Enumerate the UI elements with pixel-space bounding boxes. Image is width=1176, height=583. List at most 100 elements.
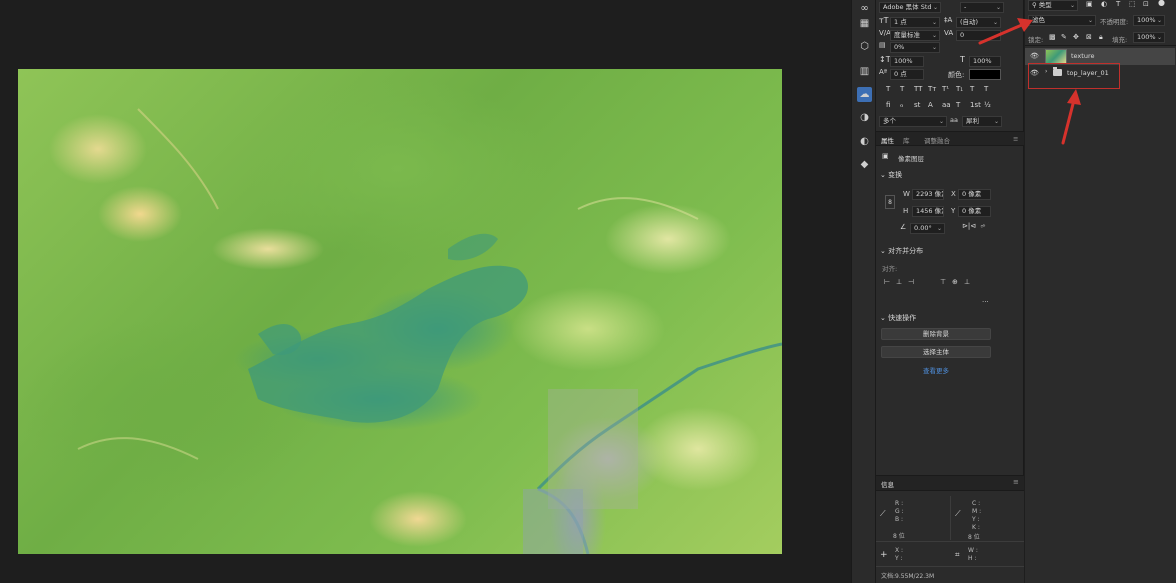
opentype-button-4[interactable]: aa: [942, 101, 951, 109]
filter-smart-object-icon[interactable]: ⊡: [1143, 0, 1149, 8]
cube-icon[interactable]: ⬡: [857, 39, 872, 54]
align-button-5[interactable]: ⊥: [964, 278, 970, 286]
transform-section-header[interactable]: ⌄ 变换: [880, 170, 902, 180]
opacity-field[interactable]: 100% ⌄: [1133, 15, 1165, 26]
opentype-button-3[interactable]: A: [928, 101, 933, 109]
tsume-field[interactable]: 0% ⌄: [890, 42, 940, 53]
lock-transparent-icon[interactable]: ▩: [1049, 33, 1056, 41]
y-field[interactable]: 0 像素: [958, 206, 991, 217]
vertical-scale-field[interactable]: 100%: [890, 56, 924, 67]
horizontal-scale-icon: T: [960, 55, 965, 64]
learn-more-link[interactable]: 查看更多: [923, 365, 949, 375]
text-style-button-5[interactable]: T₁: [956, 85, 963, 93]
selection-size-icon: ⌗: [955, 550, 960, 559]
glasses-icon[interactable]: ∞: [857, 1, 872, 16]
angle-field[interactable]: 0.00° ⌄: [910, 223, 945, 234]
quick-actions-header[interactable]: ⌄ 快速操作: [880, 313, 916, 323]
align-label: 对齐:: [882, 265, 898, 273]
canvas-workspace[interactable]: [0, 0, 843, 583]
color-label: 颜色:: [948, 71, 965, 79]
filter-pixel-icon[interactable]: ▣: [1086, 0, 1093, 8]
filter-type-icon[interactable]: T: [1116, 0, 1120, 8]
cloud-icon[interactable]: ☁: [857, 87, 872, 102]
text-style-button-6[interactable]: T: [970, 85, 974, 93]
kerning-field[interactable]: 度量标准 ⌄: [890, 30, 940, 41]
anti-alias-select[interactable]: 犀利 ⌄: [962, 116, 1002, 127]
opentype-button-7[interactable]: ½: [984, 101, 991, 109]
opentype-button-0[interactable]: fi: [886, 101, 890, 109]
font-family-select[interactable]: Adobe 黑体 Std ⌄: [879, 2, 941, 13]
document-size: 文档:9.55M/22.3M: [881, 573, 935, 580]
layers-icon[interactable]: ◆: [857, 157, 872, 172]
text-style-button-3[interactable]: Tт: [928, 85, 936, 93]
annotation-arrow-group: [1061, 89, 1081, 145]
lock-image-icon[interactable]: ✎: [1061, 33, 1067, 41]
text-style-button-0[interactable]: T: [886, 85, 890, 93]
opentype-button-5[interactable]: T: [956, 101, 960, 109]
eyedropper-icon: ⟋: [880, 509, 886, 518]
tab-info[interactable]: 信息: [881, 479, 894, 489]
lock-all-icon[interactable]: 🔒︎: [1099, 33, 1103, 42]
info-divider: [950, 496, 951, 540]
font-size-field[interactable]: 1 点 ⌄: [890, 17, 940, 28]
font-size-icon: ᴛT: [879, 16, 889, 25]
info-menu-icon[interactable]: ≡: [1013, 478, 1019, 486]
eye-icon[interactable]: 👁︎: [1030, 52, 1039, 60]
info-k: K :: [972, 524, 980, 531]
opentype-button-2[interactable]: st: [914, 101, 920, 109]
link-dimensions-icon[interactable]: 8: [885, 195, 895, 209]
height-field[interactable]: 1456 像素: [912, 206, 944, 217]
align-button-4[interactable]: ⊕: [952, 278, 958, 286]
filter-toggle-icon[interactable]: ●: [1158, 0, 1165, 7]
info-m: M :: [972, 508, 982, 515]
terrain-overlay: [77, 108, 782, 554]
fill-field[interactable]: 100% ⌄: [1133, 32, 1165, 43]
width-label: W: [903, 190, 910, 198]
lock-artboard-icon[interactable]: ⊠: [1086, 33, 1092, 41]
satellite-texture-image[interactable]: [18, 69, 782, 554]
remove-background-button[interactable]: 删除背景: [881, 328, 991, 340]
align-button-2[interactable]: ⊣: [908, 278, 914, 286]
history-icon[interactable]: ▥: [857, 64, 872, 79]
tab-properties[interactable]: 属性: [881, 135, 894, 145]
text-style-button-2[interactable]: TT: [914, 85, 922, 93]
tab-libraries[interactable]: 库: [903, 135, 910, 145]
align-button-0[interactable]: ⊢: [884, 278, 890, 286]
search-icon: ⚲: [1032, 1, 1037, 9]
adjust-icon[interactable]: ◑: [857, 110, 872, 125]
y-label: Y: [951, 207, 956, 215]
filter-adjustment-icon[interactable]: ◐: [1101, 0, 1107, 8]
select-subject-button[interactable]: 选择主体: [881, 346, 991, 358]
x-field[interactable]: 0 像素: [958, 189, 991, 200]
lock-position-icon[interactable]: ✥: [1073, 33, 1079, 41]
align-section-header[interactable]: ⌄ 对齐并分布: [880, 246, 923, 256]
horizontal-scale-field[interactable]: 100%: [969, 56, 1001, 67]
align-button-3[interactable]: ⊤: [940, 278, 946, 286]
fill-label: 填充:: [1112, 36, 1128, 44]
flip-vertical-icon[interactable]: ⩫: [980, 222, 986, 230]
text-color-swatch[interactable]: [969, 69, 1001, 80]
opacity-label: 不透明度:: [1100, 18, 1129, 26]
panel-menu-icon[interactable]: ≡: [1013, 135, 1018, 143]
eyedropper-cmyk-icon: ⟋: [955, 509, 961, 518]
text-style-button-1[interactable]: T: [900, 85, 904, 93]
align-button-1[interactable]: ⊥: [896, 278, 902, 286]
annotation-arrow-blend: [978, 18, 1033, 45]
more-align-options[interactable]: ...: [982, 296, 989, 304]
table-icon[interactable]: ▦: [857, 16, 872, 31]
language-select[interactable]: 多个 ⌄: [879, 116, 947, 127]
width-field[interactable]: 2293 像素: [912, 189, 944, 200]
baseline-shift-field[interactable]: 0 点: [890, 69, 924, 80]
filter-shape-icon[interactable]: ⬚: [1129, 0, 1136, 8]
tab-adjustments[interactable]: 调整融合: [924, 135, 950, 145]
text-style-button-4[interactable]: T¹: [942, 85, 949, 93]
opentype-button-1[interactable]: ℴ: [900, 101, 903, 109]
paths-icon[interactable]: ◐: [857, 134, 872, 149]
info-g: G :: [895, 508, 904, 515]
opentype-button-6[interactable]: 1st: [970, 101, 981, 109]
flip-horizontal-icon[interactable]: ⊳|⊲: [962, 222, 976, 230]
text-style-button-7[interactable]: T: [984, 85, 988, 93]
leading-icon: ‡A: [944, 16, 953, 24]
info-cmyk-bits: 8 位: [968, 534, 980, 541]
info-c: C :: [972, 500, 981, 507]
